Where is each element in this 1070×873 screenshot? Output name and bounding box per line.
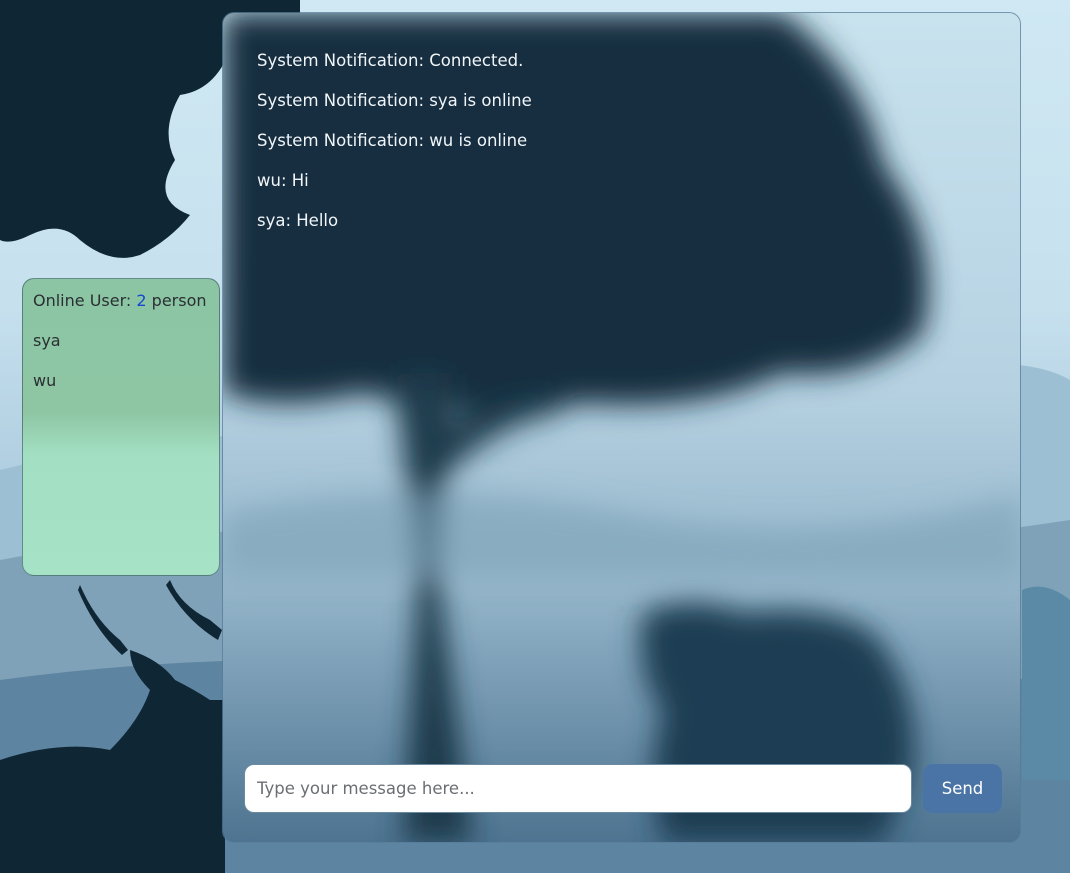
online-user-item: sya bbox=[33, 331, 61, 350]
online-users-heading: Online User: 2 person bbox=[33, 289, 209, 313]
online-users-panel: Online User: 2 person sya wu bbox=[22, 278, 220, 576]
online-user-item: wu bbox=[33, 371, 57, 390]
chat-message: wu: Hi bbox=[257, 171, 309, 190]
online-label: Online User: bbox=[33, 291, 132, 310]
chat-message: System Notification: Connected. bbox=[257, 51, 524, 70]
online-count: 2 bbox=[136, 291, 147, 310]
send-button[interactable]: Send bbox=[923, 764, 1002, 813]
chat-message: System Notification: wu is online bbox=[257, 131, 528, 150]
message-list: System Notification: Connected. System N… bbox=[257, 49, 532, 249]
chat-panel: System Notification: Connected. System N… bbox=[222, 12, 1021, 843]
message-composer: Send bbox=[244, 764, 1002, 814]
message-input[interactable] bbox=[244, 764, 912, 813]
online-unit: person bbox=[151, 291, 207, 310]
chat-message: sya: Hello bbox=[257, 211, 339, 230]
chat-message: System Notification: sya is online bbox=[257, 91, 532, 110]
